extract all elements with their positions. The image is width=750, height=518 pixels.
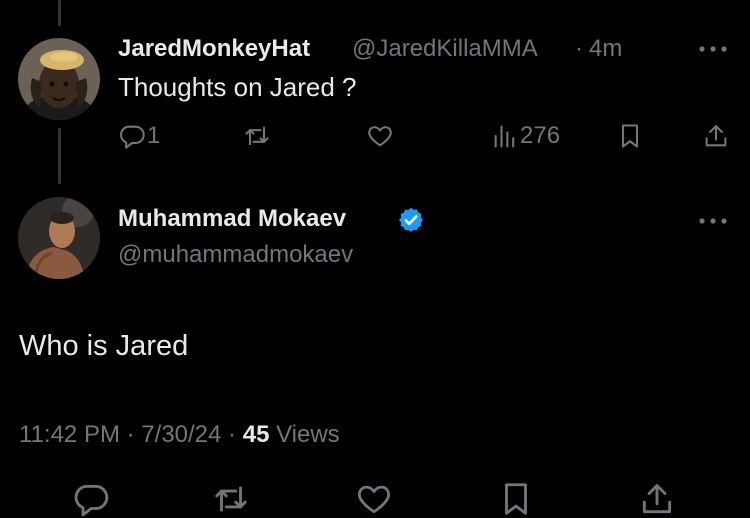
meta-separator: · [126,421,135,448]
views-label: Views [276,421,340,448]
more-icon[interactable] [698,216,728,226]
share-icon [702,122,730,150]
like-button[interactable] [366,122,394,150]
reply-author-handle[interactable]: @JaredKillaMMA [352,35,538,63]
main-author-handle[interactable]: @muhammadmokaev [118,241,353,269]
avatar-mokaev[interactable] [18,197,100,279]
main-like-button[interactable] [355,480,393,518]
views-count: 45 [242,421,270,448]
reply-author-name[interactable]: JaredMonkeyHat [118,35,310,63]
retweet-icon [243,122,271,150]
main-retweet-button[interactable] [212,480,250,518]
thread-line-middle [58,128,61,184]
main-reply-button[interactable] [72,480,110,518]
reply-tweet-text: Thoughts on Jared ? [118,72,357,102]
main-tweet-text: Who is Jared [19,330,189,362]
reply-separator: · [575,35,583,62]
retweet-icon [212,480,250,518]
view-count: 276 [520,122,561,149]
tweet-date[interactable]: 7/30/24 [141,421,221,448]
reply-count: 1 [147,122,161,149]
reply-button[interactable]: 1 [118,122,160,150]
share-icon [638,480,676,518]
tweet-time[interactable]: 11:42 PM [19,421,120,448]
like-icon [366,122,394,150]
more-icon[interactable] [698,44,728,54]
avatar-jared[interactable] [18,38,100,120]
like-icon [355,480,393,518]
bookmark-icon [617,122,643,150]
views-button[interactable]: 276 [492,122,560,150]
reply-timestamp[interactable]: 4m [589,35,622,63]
tweet-metadata: 11:42 PM · 7/30/24 · 45 Views [19,421,340,449]
share-button[interactable] [702,122,730,150]
meta-separator: · [228,421,237,448]
main-author-name[interactable]: Muhammad Mokaev [118,205,346,233]
reply-icon [72,480,110,518]
reply-icon [118,122,146,150]
main-share-button[interactable] [638,480,676,518]
thread-line-top [58,0,61,26]
views-icon [492,122,518,150]
verified-badge-icon [397,206,425,234]
retweet-button[interactable] [243,122,271,150]
bookmark-icon [498,480,534,518]
bookmark-button[interactable] [617,122,643,150]
main-bookmark-button[interactable] [498,480,534,518]
